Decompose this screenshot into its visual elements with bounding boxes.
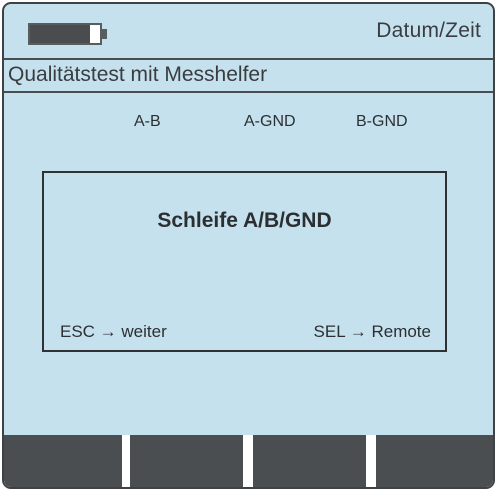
device-screen: Datum/Zeit Qualitätstest mit Messhelfer …: [2, 2, 495, 489]
battery-body: [28, 23, 102, 45]
softkey-1[interactable]: [4, 435, 122, 487]
softkey-3[interactable]: [253, 435, 366, 487]
title-bar: Qualitätstest mit Messhelfer: [4, 60, 493, 93]
esc-continue-hint: ESC → weiter: [60, 322, 167, 341]
battery-icon: [28, 23, 110, 45]
datetime-label: Datum/Zeit: [376, 19, 481, 42]
softkey-4[interactable]: [376, 435, 493, 487]
test-label-b-gnd: B-GND: [356, 113, 408, 130]
test-label-a-b: A-B: [134, 113, 161, 130]
test-label-a-gnd: A-GND: [244, 113, 296, 130]
sel-remote-hint: SEL → Remote: [313, 322, 431, 341]
page-title: Qualitätstest mit Messhelfer: [8, 63, 268, 86]
softkey-bar: [4, 435, 493, 487]
loop-test-dialog: Schleife A/B/GND ESC → weiter SEL → Remo…: [42, 171, 447, 352]
softkey-2[interactable]: [130, 435, 243, 487]
battery-level-fill: [30, 25, 90, 43]
status-bar: Datum/Zeit: [4, 4, 493, 60]
battery-tip: [102, 29, 107, 39]
dialog-title: Schleife A/B/GND: [157, 209, 332, 232]
